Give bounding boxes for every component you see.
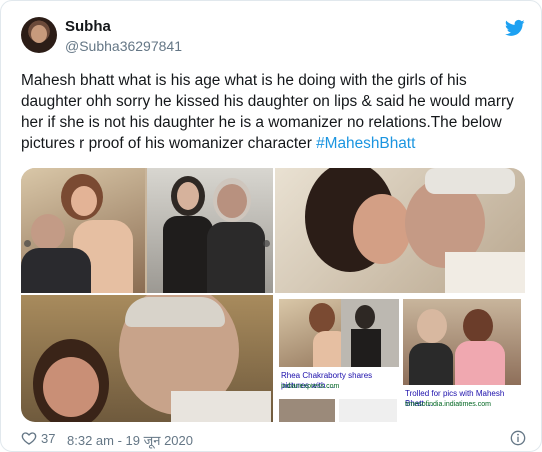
hashtag-link[interactable]: #MaheshBhatt	[316, 135, 415, 152]
like-count: 37	[41, 431, 56, 446]
search-thumb-3	[279, 399, 335, 422]
search-thumb-4	[339, 399, 397, 422]
tweet-card: Subha @Subha36297841 Mahesh bhatt what i…	[0, 0, 542, 452]
media-photo-3[interactable]	[21, 295, 273, 422]
photo-right	[147, 168, 273, 293]
carousel-right-icon	[263, 240, 270, 247]
heart-icon[interactable]	[21, 430, 37, 446]
search-result-1-source: indianexpress.com	[281, 383, 340, 390]
photo-left	[21, 168, 145, 293]
avatar[interactable]	[21, 17, 57, 53]
media-photo-4[interactable]: Rhea Chakraborty shares pictures with ..…	[275, 295, 525, 422]
search-thumb-1	[279, 299, 399, 367]
user-name[interactable]: Subha	[65, 18, 111, 35]
carousel-left-icon	[24, 240, 31, 247]
tweet-text: Mahesh bhatt what is his age what is he …	[21, 70, 526, 154]
search-result-2-source: timesofindia.indiatimes.com	[405, 401, 491, 408]
media-grid: Rhea Chakraborty shares pictures with ..…	[21, 168, 525, 422]
twitter-bird-icon[interactable]	[505, 18, 525, 38]
search-thumb-2	[403, 299, 521, 385]
tweet-body: Mahesh bhatt what is his age what is he …	[21, 72, 514, 152]
info-icon[interactable]	[510, 430, 526, 446]
tweet-footer: 37 8:32 am - 19 जून 2020	[21, 429, 526, 449]
media-photo-2[interactable]	[275, 168, 525, 293]
user-handle[interactable]: @Subha36297841	[65, 38, 182, 54]
tweet-timestamp[interactable]: 8:32 am - 19 जून 2020	[67, 431, 193, 449]
media-photo-1[interactable]	[21, 168, 273, 293]
